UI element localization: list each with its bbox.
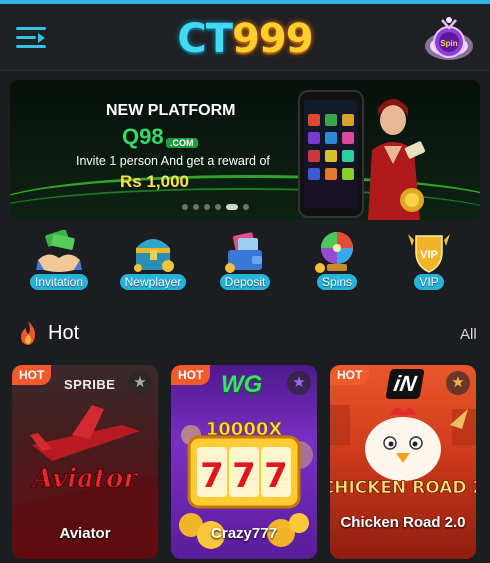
banner-dot[interactable]: [182, 204, 188, 210]
hot-section-title: Hot: [48, 322, 80, 344]
deposit-wallet-icon: [220, 230, 270, 274]
promo-model-image: [358, 94, 428, 220]
view-all-link[interactable]: All: [460, 326, 477, 343]
quick-link-label: Invitation: [29, 274, 89, 290]
flame-icon: [21, 321, 36, 345]
svg-text:VIP: VIP: [420, 249, 438, 261]
quick-link-deposit[interactable]: Deposit: [210, 230, 280, 294]
banner-dot[interactable]: [204, 204, 210, 210]
svg-text:7: 7: [200, 456, 224, 496]
game-name: Crazy777: [211, 525, 277, 542]
banner-brand: Q98: [122, 124, 164, 149]
game-card-aviator[interactable]: Aviator HOT SPRIBE ★ Aviator: [12, 365, 158, 559]
spin-wheel-icon[interactable]: Spin: [422, 16, 476, 64]
svg-text:7: 7: [264, 456, 288, 496]
prize-wheel-icon: [312, 230, 362, 274]
provider-logo-in: iN: [385, 369, 425, 399]
promo-banner[interactable]: NEW PLATFORM Q98 .COM Invite 1 person An…: [10, 80, 480, 220]
quick-link-invitation[interactable]: Invitation: [24, 229, 94, 294]
quick-link-label: VIP: [414, 274, 444, 290]
chicken-road-art-title: CHICKEN ROAD 2: [330, 478, 476, 498]
crazy777-art-title: 10000X: [206, 419, 283, 440]
quick-link-spins[interactable]: Spins: [302, 230, 372, 294]
banner-title: NEW PLATFORM: [106, 102, 236, 119]
game-name: Aviator: [59, 525, 111, 542]
banner-dot[interactable]: [243, 204, 249, 210]
treasure-chest-icon: [128, 230, 178, 274]
quick-link-vip[interactable]: VIP VIP: [394, 230, 464, 294]
quick-link-label: Deposit: [219, 274, 271, 290]
game-card-crazy777[interactable]: 7 7 7 10000X HOT WG ★ Crazy777: [171, 365, 317, 559]
favorite-star-icon[interactable]: ★: [446, 371, 470, 395]
vip-shield-icon: VIP: [404, 230, 454, 274]
app-header: CT999 Spin: [0, 4, 490, 71]
svg-text:7: 7: [232, 456, 256, 496]
quick-link-newplayer[interactable]: Newplayer: [118, 230, 188, 294]
banner-invite-text: Invite 1 person And get a reward of: [76, 154, 270, 168]
hot-badge: HOT: [12, 365, 52, 385]
hot-badge: HOT: [171, 365, 211, 385]
favorite-star-icon[interactable]: ★: [287, 371, 311, 395]
provider-logo-spribe: SPRIBE: [64, 377, 116, 392]
banner-reward-amount: Rs 1,000: [120, 172, 189, 191]
game-card-chicken-road[interactable]: CHICKEN ROAD 2 HOT iN ★ Chicken Road 2.0: [330, 365, 476, 559]
aviator-art-title: Aviator: [30, 464, 139, 494]
favorite-star-icon[interactable]: ★: [128, 371, 152, 395]
banner-dot[interactable]: [215, 204, 221, 210]
quick-link-label: Newplayer: [119, 274, 187, 290]
money-handshake-icon: [34, 229, 84, 274]
banner-dot[interactable]: [193, 204, 199, 210]
hot-badge: HOT: [330, 365, 370, 385]
quick-link-label: Spins: [316, 274, 358, 290]
spin-label: Spin: [440, 39, 457, 48]
banner-dot-active[interactable]: [226, 204, 238, 210]
hamburger-menu-icon[interactable]: [16, 24, 48, 52]
banner-brand-suffix: .COM: [166, 138, 198, 148]
provider-logo-wg: WG: [221, 371, 263, 398]
brand-logo[interactable]: CT999: [170, 14, 320, 64]
phone-mockup-image: [298, 90, 364, 218]
game-name: Chicken Road 2.0: [340, 514, 466, 531]
